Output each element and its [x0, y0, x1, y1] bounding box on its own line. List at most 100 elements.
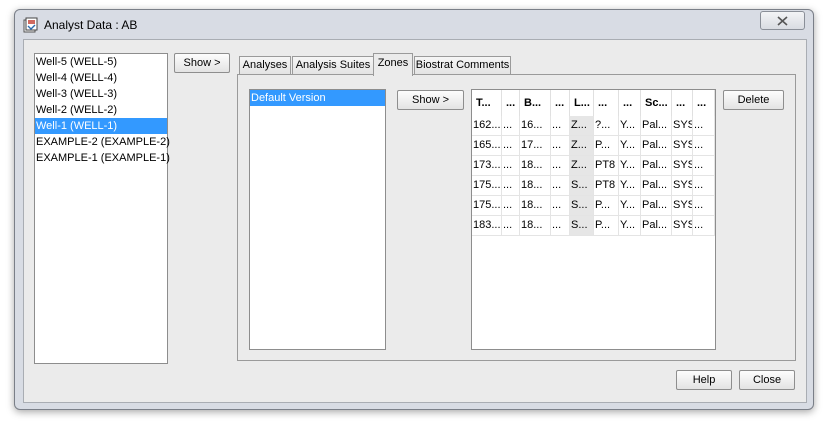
table-cell: S... — [570, 176, 594, 196]
table-cell: Z... — [570, 116, 594, 136]
well-list-item[interactable]: EXAMPLE-2 (EXAMPLE-2) — [35, 134, 170, 150]
table-cell: ... — [693, 196, 715, 216]
table-cell: P... — [594, 196, 619, 216]
table-cell: 18... — [520, 156, 551, 176]
show-wells-button[interactable]: Show > — [174, 53, 230, 73]
table-cell: ... — [551, 136, 570, 156]
table-cell: Pal... — [641, 176, 672, 196]
table-cell: Y... — [619, 116, 641, 136]
table-cell: SYS — [672, 176, 693, 196]
table-cell: ... — [502, 196, 520, 216]
table-cell: Y... — [619, 196, 641, 216]
table-row[interactable]: 165...... 17...... Z... P... Y... Pal... SYS..… — [472, 136, 715, 156]
zones-tab-panel: Default Version Show > T...... B...... L..… — [237, 74, 796, 361]
table-cell: SYS — [672, 136, 693, 156]
table-cell: Pal... — [641, 216, 672, 236]
table-cell: ... — [502, 156, 520, 176]
table-cell: 18... — [520, 176, 551, 196]
delete-button[interactable]: Delete — [723, 90, 784, 110]
table-cell: Z... — [570, 156, 594, 176]
table-cell: P... — [594, 136, 619, 156]
table-row[interactable]: 173...... 18...... Z... PT8 Y... Pal... SYS... — [472, 156, 715, 176]
table-cell: ... — [551, 176, 570, 196]
table-cell: Pal... — [641, 136, 672, 156]
column-header[interactable]: ... — [693, 90, 715, 116]
well-list-item[interactable]: Well-3 (WELL-3) — [35, 86, 167, 102]
table-cell: ?... — [594, 116, 619, 136]
table-cell: S... — [570, 216, 594, 236]
table-cell: ... — [693, 116, 715, 136]
table-cell: ... — [502, 136, 520, 156]
dialog-content: Well-5 (WELL-5) Well-4 (WELL-4) Well-3 (WE… — [23, 39, 807, 403]
table-cell: ... — [693, 216, 715, 236]
window-title: Analyst Data : AB — [44, 18, 138, 32]
table-cell: SYS — [672, 116, 693, 136]
zones-table[interactable]: T...... B...... L......... Sc......... 162.… — [471, 89, 716, 350]
table-cell: 175... — [472, 196, 502, 216]
column-header[interactable]: ... — [594, 90, 619, 116]
version-list-item[interactable]: Default Version — [250, 90, 385, 106]
table-cell: Y... — [619, 136, 641, 156]
table-cell: PT8 — [594, 156, 619, 176]
table-row[interactable]: 175...... 18...... S... PT8 Y... Pal... SYS... — [472, 176, 715, 196]
close-button[interactable]: Close — [739, 370, 795, 390]
table-cell: SYS — [672, 216, 693, 236]
table-row[interactable]: 162...... 16...... Z...?... Y... Pal... SYS..… — [472, 116, 715, 136]
column-header[interactable]: Sc... — [641, 90, 672, 116]
well-list-item[interactable]: EXAMPLE-1 (EXAMPLE-1) — [35, 150, 170, 166]
title-bar[interactable]: Analyst Data : AB — [15, 10, 813, 40]
table-cell: 165... — [472, 136, 502, 156]
column-header[interactable]: ... — [551, 90, 570, 116]
table-cell: Y... — [619, 216, 641, 236]
table-header: T...... B...... L......... Sc......... — [472, 90, 715, 116]
column-header[interactable]: L... — [570, 90, 594, 116]
table-cell: SYS — [672, 156, 693, 176]
table-row[interactable]: 175...... 18...... S... P... Y... Pal... SYS..… — [472, 196, 715, 216]
app-icon — [23, 17, 38, 33]
analyst-data-dialog: Analyst Data : AB Well-5 (WELL-5) Well-4 … — [14, 9, 814, 410]
help-button[interactable]: Help — [676, 370, 732, 390]
window-close-button[interactable] — [760, 11, 805, 30]
table-cell: Z... — [570, 136, 594, 156]
table-cell: Pal... — [641, 156, 672, 176]
well-list-item[interactable]: Well-1 (WELL-1) — [35, 118, 167, 134]
table-cell: ... — [502, 116, 520, 136]
well-list-item[interactable]: Well-2 (WELL-2) — [35, 102, 167, 118]
column-header[interactable]: ... — [619, 90, 641, 116]
table-cell: ... — [693, 136, 715, 156]
table-cell: ... — [693, 156, 715, 176]
well-list-item[interactable]: Well-5 (WELL-5) — [35, 54, 167, 70]
well-list[interactable]: Well-5 (WELL-5) Well-4 (WELL-4) Well-3 (WE… — [34, 53, 170, 364]
table-cell: PT8 — [594, 176, 619, 196]
tab-zones[interactable]: Zones — [373, 53, 413, 76]
tab-analyses[interactable]: Analyses — [239, 56, 291, 75]
table-cell: ... — [502, 216, 520, 236]
table-cell: Pal... — [641, 196, 672, 216]
column-header[interactable]: ... — [502, 90, 520, 116]
table-cell: 183... — [472, 216, 502, 236]
table-cell: ... — [551, 216, 570, 236]
table-cell: 162... — [472, 116, 502, 136]
table-cell: ... — [502, 176, 520, 196]
table-cell: 18... — [520, 196, 551, 216]
table-cell: 18... — [520, 216, 551, 236]
show-versions-button[interactable]: Show > — [397, 90, 464, 110]
table-cell: Y... — [619, 156, 641, 176]
tab-biostrat-comments[interactable]: Biostrat Comments — [414, 56, 511, 75]
version-list[interactable]: Default Version — [249, 89, 386, 350]
table-cell: P... — [594, 216, 619, 236]
column-header[interactable]: T... — [472, 90, 502, 116]
tab-analysis-suites[interactable]: Analysis Suites — [292, 56, 374, 75]
column-header[interactable]: B... — [520, 90, 551, 116]
table-cell: 175... — [472, 176, 502, 196]
table-cell: Y... — [619, 176, 641, 196]
table-cell: ... — [551, 116, 570, 136]
table-cell: S... — [570, 196, 594, 216]
column-header[interactable]: ... — [672, 90, 693, 116]
table-cell: SYS — [672, 196, 693, 216]
table-cell: ... — [551, 156, 570, 176]
well-list-item[interactable]: Well-4 (WELL-4) — [35, 70, 167, 86]
table-cell: Pal... — [641, 116, 672, 136]
table-row[interactable]: 183...... 18...... S... P... Y... Pal... SYS..… — [472, 216, 715, 236]
table-cell: 16... — [520, 116, 551, 136]
